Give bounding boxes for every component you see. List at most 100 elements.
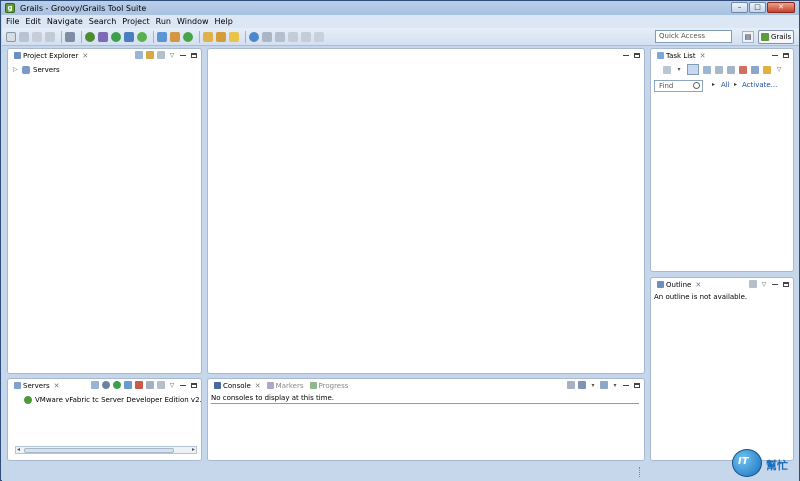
focus-icon[interactable] (157, 51, 165, 59)
menu-window[interactable]: Window (177, 17, 209, 26)
minimize-view-icon[interactable] (179, 51, 187, 59)
minimize-view-icon[interactable] (771, 280, 779, 288)
new-icon[interactable] (6, 31, 16, 42)
search-icon[interactable] (229, 31, 239, 42)
menu-project[interactable]: Project (122, 17, 149, 26)
maximize-button[interactable]: □ (749, 2, 766, 13)
grails-command-icon[interactable] (85, 31, 95, 42)
view-menu-icon[interactable]: ▽ (168, 51, 176, 59)
close-icon[interactable]: ✕ (255, 382, 261, 390)
globe-icon[interactable] (249, 31, 259, 42)
publish-icon[interactable] (146, 381, 154, 389)
repository-icon[interactable] (763, 65, 771, 74)
new-task-icon[interactable] (663, 65, 671, 74)
open-console-icon[interactable] (600, 381, 608, 389)
pin-console-icon[interactable] (567, 381, 575, 389)
tab-outline[interactable]: Outline ✕ (654, 279, 705, 290)
menu-run[interactable]: Run (156, 17, 171, 26)
maximize-view-icon[interactable] (782, 280, 790, 288)
maximize-view-icon[interactable] (190, 381, 198, 389)
menu-file[interactable]: File (6, 17, 19, 26)
perspective-grails-button[interactable]: Grails (758, 30, 794, 44)
view-menu-icon[interactable]: ▽ (760, 280, 768, 288)
run-icon[interactable] (111, 31, 121, 42)
stop-server-icon[interactable] (135, 381, 143, 389)
all-link[interactable]: All (721, 81, 730, 89)
title-bar[interactable]: g Grails - Groovy/Grails Tool Suite – □ … (1, 1, 799, 15)
tab-progress[interactable]: Progress (307, 380, 352, 391)
maximize-editor-icon[interactable] (633, 51, 641, 59)
horizontal-scrollbar[interactable]: ◂ ▸ (15, 446, 197, 454)
close-icon[interactable]: ✕ (54, 382, 60, 390)
gear-icon[interactable] (98, 31, 108, 42)
tab-project-explorer[interactable]: Project Explorer ✕ (11, 50, 92, 61)
annotation-next-icon[interactable] (262, 31, 272, 42)
coverage-icon[interactable] (137, 31, 147, 42)
server-row[interactable]: VMware vFabric tc Server Developer Editi… (8, 394, 201, 405)
back-icon[interactable] (288, 31, 298, 42)
expand-icon[interactable]: ▷ (13, 66, 19, 73)
tab-servers[interactable]: Servers ✕ (11, 380, 63, 391)
collapse-icon[interactable] (727, 65, 735, 74)
sync-icon[interactable] (751, 65, 759, 74)
scroll-left-icon[interactable]: ◂ (17, 446, 20, 453)
menu-search[interactable]: Search (89, 17, 116, 26)
forward-icon[interactable] (301, 31, 311, 42)
scroll-thumb[interactable] (24, 448, 174, 453)
chevron-down-icon[interactable]: ▾ (675, 66, 683, 74)
find-input[interactable]: Find (654, 80, 703, 92)
tree-item-servers[interactable]: ▷ Servers (8, 64, 201, 75)
scheduled-icon[interactable] (703, 65, 711, 74)
start-server-icon[interactable] (113, 381, 121, 389)
maximize-view-icon[interactable] (782, 51, 790, 59)
link-editor-icon[interactable] (146, 51, 154, 59)
view-menu-icon[interactable]: ▽ (775, 66, 783, 74)
chevron-down-icon[interactable]: ▾ (589, 381, 597, 389)
debug-server-icon[interactable] (102, 381, 110, 389)
close-icon[interactable]: ✕ (695, 281, 701, 289)
close-icon[interactable]: ✕ (82, 52, 88, 60)
quick-access-input[interactable]: Quick Access (655, 30, 732, 43)
menu-edit[interactable]: Edit (25, 17, 41, 26)
collapse-icon[interactable] (91, 381, 99, 389)
minimize-view-icon[interactable] (622, 381, 630, 389)
focus-icon[interactable] (715, 65, 723, 74)
wrench-icon[interactable] (65, 31, 75, 42)
minimize-editor-icon[interactable] (622, 51, 630, 59)
maximize-view-icon[interactable] (633, 381, 641, 389)
scroll-right-icon[interactable]: ▸ (192, 446, 195, 453)
close-button[interactable]: ✕ (767, 2, 795, 13)
minimize-button[interactable]: – (731, 2, 748, 13)
tab-markers[interactable]: Markers (264, 380, 307, 391)
focus-icon[interactable] (157, 381, 165, 389)
open-perspective-icon[interactable]: ▤ (742, 31, 754, 43)
new-java-project-icon[interactable] (157, 31, 167, 42)
tab-task-list[interactable]: Task List ✕ (654, 50, 709, 61)
close-icon[interactable]: ✕ (700, 52, 706, 60)
save-all-icon[interactable] (32, 31, 42, 42)
save-icon[interactable] (19, 31, 29, 42)
pin-icon[interactable] (314, 31, 324, 42)
display-console-icon[interactable] (578, 381, 586, 389)
profile-server-icon[interactable] (124, 381, 132, 389)
menu-help[interactable]: Help (215, 17, 233, 26)
minimize-view-icon[interactable] (771, 51, 779, 59)
minimize-view-icon[interactable] (179, 381, 187, 389)
focus-icon[interactable] (749, 280, 757, 288)
hide-completed-icon[interactable] (739, 65, 747, 74)
annotation-prev-icon[interactable] (275, 31, 285, 42)
collapse-all-icon[interactable] (135, 51, 143, 59)
maximize-view-icon[interactable] (190, 51, 198, 59)
open-type-icon[interactable] (203, 31, 213, 42)
debug-icon[interactable] (124, 31, 134, 42)
view-menu-icon[interactable]: ▽ (168, 381, 176, 389)
chevron-down-icon[interactable]: ▾ (611, 381, 619, 389)
new-class-icon[interactable] (183, 31, 193, 42)
categorized-icon[interactable] (687, 64, 699, 75)
activate-link[interactable]: Activate... (742, 81, 777, 89)
open-task-icon[interactable] (216, 31, 226, 42)
menu-navigate[interactable]: Navigate (47, 17, 83, 26)
new-package-icon[interactable] (170, 31, 180, 42)
tab-console[interactable]: Console ✕ (211, 380, 264, 391)
print-icon[interactable] (45, 31, 55, 42)
